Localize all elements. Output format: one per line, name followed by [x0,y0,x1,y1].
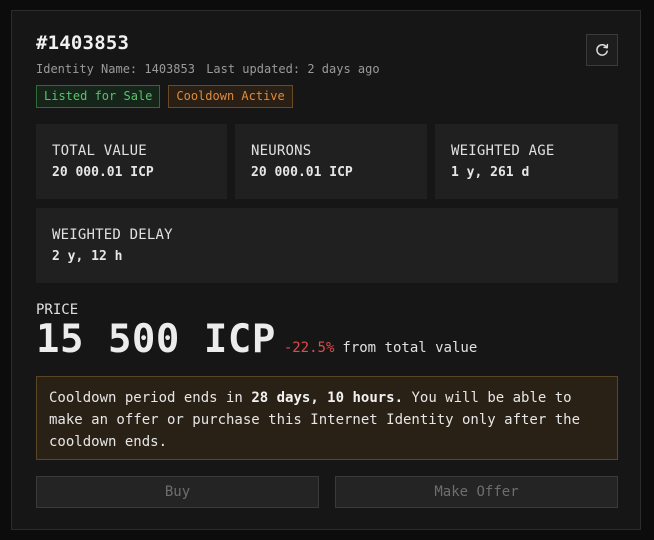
buy-button[interactable]: Buy [36,476,319,508]
last-updated-label: Last updated: 2 days ago [206,62,380,76]
stat-label: WEIGHTED DELAY [52,227,173,243]
stat-label: TOTAL VALUE [52,143,147,159]
cooldown-notice: Cooldown period ends in 28 days, 10 hour… [36,376,618,460]
stat-value: 1 y, 261 d [451,165,530,180]
stat-value: 20 000.01 ICP [52,165,154,180]
neurons-stat: NEURONS 20 000.01 ICP [235,124,427,199]
price-label: PRICE [36,302,79,318]
weighted-age-stat: WEIGHTED AGE 1 y, 261 d [435,124,618,199]
price-value: 15 500 ICP [36,317,276,362]
stat-label: NEURONS [251,143,312,159]
cooldown-active-badge: Cooldown Active [168,85,293,108]
price-change: -22.5% [283,340,335,356]
stat-label: WEIGHTED AGE [451,143,555,159]
listed-for-sale-badge: Listed for Sale [36,85,161,108]
identity-title: #1403853 [36,32,130,54]
stat-value: 20 000.01 ICP [251,165,353,180]
identity-name-label: Identity Name: 1403853 [36,62,195,76]
weighted-delay-stat: WEIGHTED DELAY 2 y, 12 h [36,208,618,283]
price-row: 15 500 ICP -22.5% from total value [36,317,477,362]
notice-prefix: Cooldown period ends in [49,390,243,406]
make-offer-button[interactable]: Make Offer [335,476,618,508]
price-change-suffix: from total value [342,340,478,356]
identity-card: #1403853 Identity Name: 1403853 Last upd… [11,10,641,530]
refresh-icon [596,43,609,56]
stat-value: 2 y, 12 h [52,249,123,264]
notice-emphasis: 28 days, 10 hours. [251,390,404,406]
refresh-button[interactable] [586,34,618,66]
total-value-stat: TOTAL VALUE 20 000.01 ICP [36,124,227,199]
status-badges: Listed for Sale Cooldown Active [36,85,293,108]
identity-meta: Identity Name: 1403853 Last updated: 2 d… [36,62,380,76]
